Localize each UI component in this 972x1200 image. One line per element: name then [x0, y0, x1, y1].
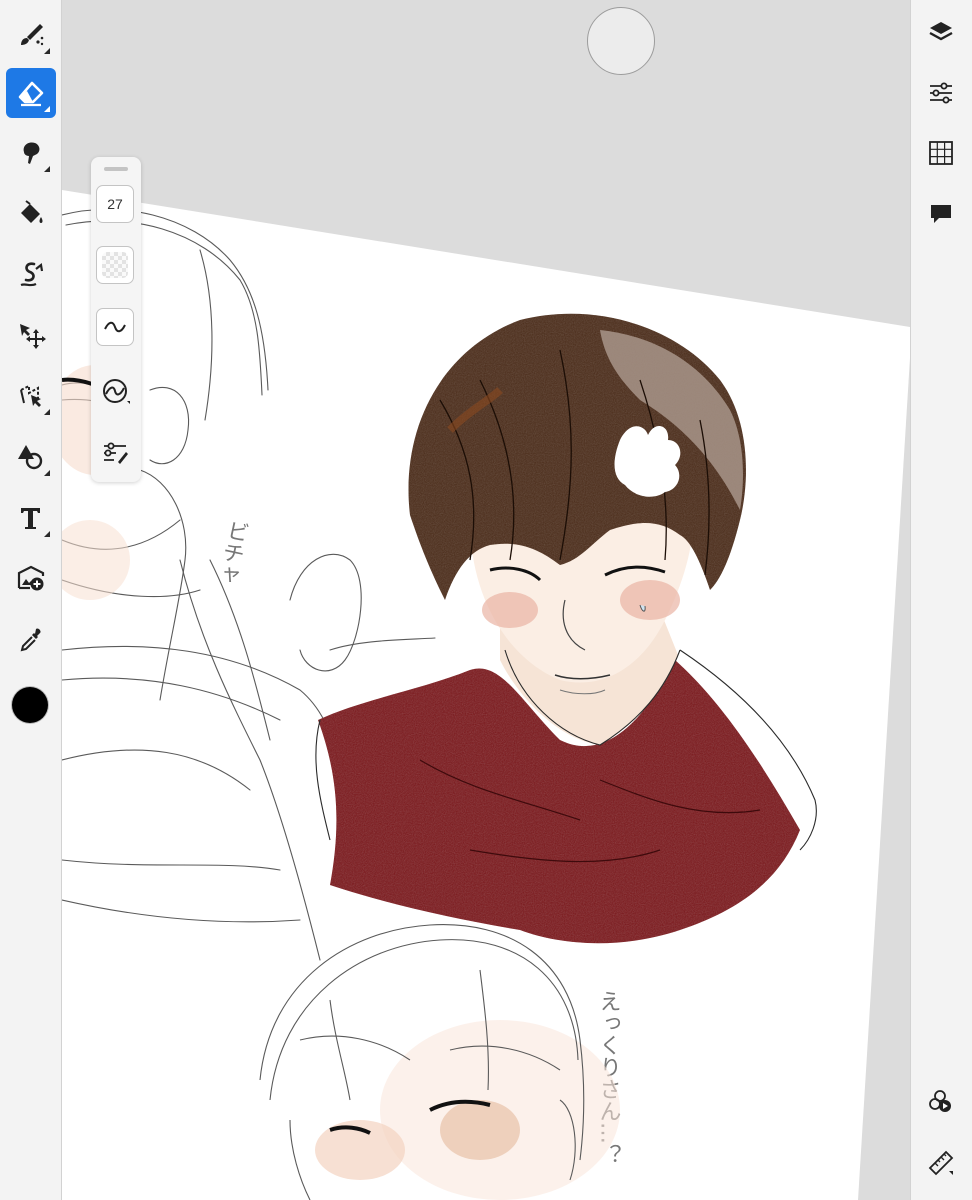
shape-tool[interactable]: [6, 432, 56, 482]
tool-options-corner: [44, 470, 50, 476]
brush-size-field[interactable]: 27: [96, 185, 134, 223]
brush-size-value: 27: [107, 196, 123, 212]
image-add-icon: [17, 565, 45, 591]
shapes-icon: [18, 445, 43, 470]
grid-icon: [929, 141, 953, 165]
brush-tool[interactable]: [6, 10, 56, 60]
eraser-icon: [18, 81, 44, 107]
comments-button[interactable]: [912, 191, 970, 237]
transform-tool[interactable]: [6, 310, 56, 360]
tool-options-corner: [44, 106, 50, 112]
brush-smoothing-button[interactable]: [96, 308, 134, 346]
move-arrows-icon: [20, 324, 46, 349]
stroke-stabilizer-icon[interactable]: [100, 376, 130, 406]
ruler-icon: [928, 1150, 954, 1176]
tool-options-corner: [44, 166, 50, 172]
smudge-icon: [23, 142, 40, 164]
left-toolbar: [0, 0, 62, 1200]
layers-icon: [929, 22, 953, 41]
tool-options-corner: [44, 531, 50, 537]
canvas-pan-handle[interactable]: [587, 7, 655, 75]
right-toolbar: [910, 0, 972, 1200]
panel-drag-handle[interactable]: [104, 167, 128, 171]
grid-button[interactable]: [912, 130, 970, 176]
eraser-tool[interactable]: [6, 68, 56, 118]
tilde-wave-icon: [104, 321, 126, 333]
eyedropper-tool[interactable]: [6, 615, 56, 665]
text-icon: [21, 508, 40, 529]
paint-brush-icon: [21, 24, 44, 46]
brush-opacity-field[interactable]: [96, 246, 134, 284]
smudge-tool[interactable]: [6, 128, 56, 178]
selection-tool[interactable]: [6, 371, 56, 421]
properties-button[interactable]: [912, 70, 970, 116]
image-import-tool[interactable]: [6, 554, 56, 604]
text-tool[interactable]: [6, 493, 56, 543]
liquify-tool[interactable]: [6, 249, 56, 299]
brush-settings-sliders-icon[interactable]: [100, 438, 130, 468]
liquify-icon: [20, 262, 44, 287]
timelapse-play-icon: [929, 1090, 951, 1112]
artwork-canvas[interactable]: ビチャ えっくりさん…？: [62, 0, 910, 1200]
fill-tool[interactable]: [6, 189, 56, 239]
ruler-button[interactable]: [912, 1140, 970, 1186]
sliders-icon: [930, 82, 952, 104]
comment-bubble-icon: [931, 205, 951, 223]
timelapse-button[interactable]: [912, 1079, 970, 1125]
color-picker-swatch[interactable]: [12, 687, 48, 723]
eyedropper-icon: [20, 628, 41, 652]
lasso-select-icon: [20, 384, 41, 407]
canvas-area[interactable]: ビチャ えっくりさん…？: [62, 0, 910, 1200]
tool-options-corner: [44, 409, 50, 415]
layers-button[interactable]: [912, 10, 970, 56]
paint-bucket-icon: [21, 200, 43, 223]
tool-options-corner: [44, 48, 50, 54]
brush-settings-panel: 27: [91, 157, 141, 482]
transparency-grid-icon: [102, 252, 128, 278]
